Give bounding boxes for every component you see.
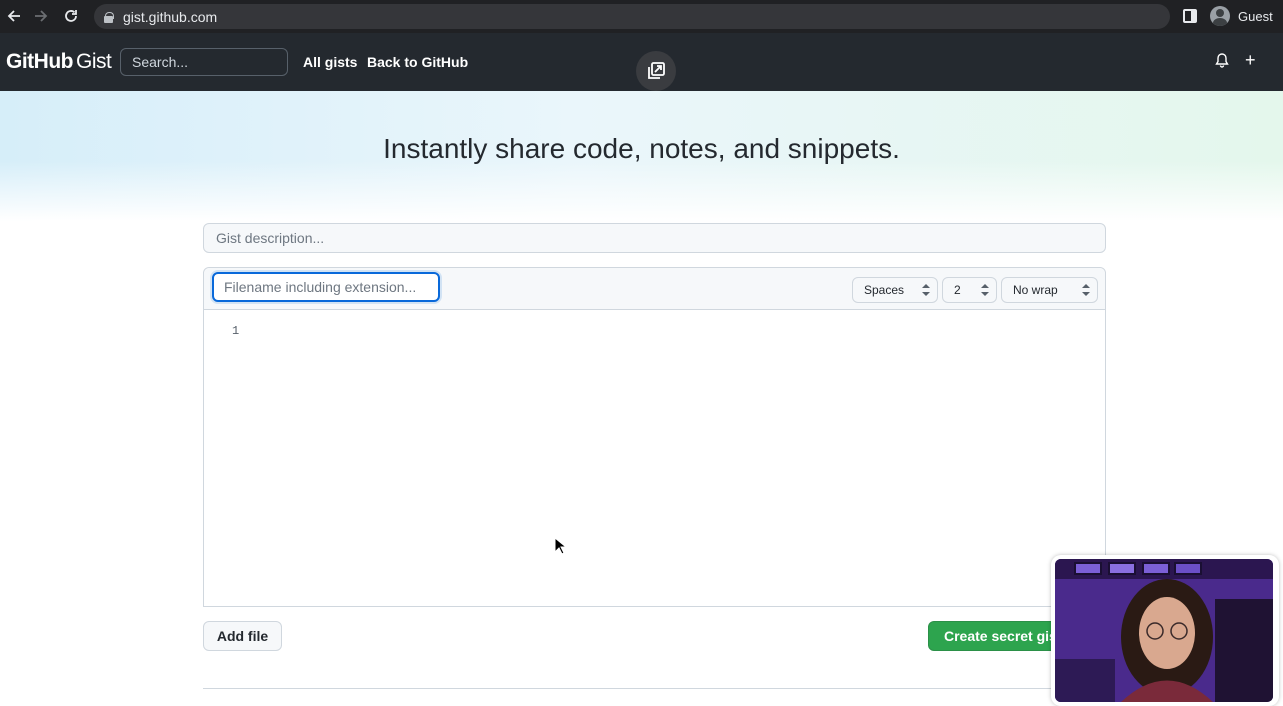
gist-description-input[interactable]: [203, 223, 1106, 253]
indent-mode-select[interactable]: Spaces: [852, 277, 938, 303]
back-to-github-link[interactable]: Back to GitHub: [367, 54, 468, 70]
create-secret-gist-button[interactable]: Create secret gist: [928, 621, 1058, 651]
reload-icon[interactable]: [57, 2, 85, 30]
webcam-scene: [1055, 559, 1273, 702]
webcam-overlay: [1051, 555, 1279, 706]
webcam-video: [1055, 559, 1273, 702]
forward-arrow-icon[interactable]: [27, 2, 55, 30]
hero-banner: Instantly share code, notes, and snippet…: [0, 91, 1283, 221]
profile-button[interactable]: Guest: [1210, 6, 1273, 26]
file-editor: Spaces 2 No wrap 1: [203, 267, 1106, 607]
wrap-mode-value: No wrap: [1013, 283, 1058, 297]
picture-in-picture-button[interactable]: [636, 51, 676, 91]
line-number: 1: [232, 324, 240, 338]
back-arrow-icon[interactable]: [0, 2, 28, 30]
mouse-cursor-icon: [554, 537, 566, 555]
logo-product: Gist: [75, 50, 112, 73]
indent-size-value: 2: [954, 283, 961, 297]
indent-size-select[interactable]: 2: [942, 277, 997, 303]
code-editor-area[interactable]: [264, 318, 1094, 598]
filename-input[interactable]: [212, 272, 440, 302]
wrap-mode-select[interactable]: No wrap: [1001, 277, 1098, 303]
logo-brand: GitHub: [6, 50, 73, 73]
lock-icon: [104, 11, 114, 23]
gist-header: GitHubGist All gists Back to GitHub +: [0, 33, 1283, 91]
profile-name: Guest: [1238, 8, 1273, 24]
all-gists-link[interactable]: All gists: [303, 54, 357, 70]
address-bar[interactable]: gist.github.com: [94, 4, 1170, 29]
page-title: Instantly share code, notes, and snippet…: [383, 133, 900, 164]
divider: [203, 688, 1106, 689]
side-panel-icon[interactable]: [1183, 9, 1197, 23]
search-input[interactable]: [120, 48, 288, 76]
popout-icon: [648, 62, 665, 79]
select-caret-icon: [922, 284, 930, 296]
add-file-button[interactable]: Add file: [203, 621, 282, 651]
select-caret-icon: [981, 284, 989, 296]
url-text: gist.github.com: [123, 8, 218, 25]
file-editor-header: Spaces 2 No wrap: [204, 268, 1105, 310]
bell-icon[interactable]: [1215, 53, 1229, 68]
select-caret-icon: [1082, 284, 1090, 296]
avatar: [1210, 6, 1230, 26]
github-gist-logo[interactable]: GitHub Gist: [6, 50, 112, 74]
browser-toolbar: gist.github.com Guest: [0, 0, 1283, 33]
indent-mode-value: Spaces: [864, 283, 905, 297]
plus-icon[interactable]: +: [1245, 51, 1256, 69]
